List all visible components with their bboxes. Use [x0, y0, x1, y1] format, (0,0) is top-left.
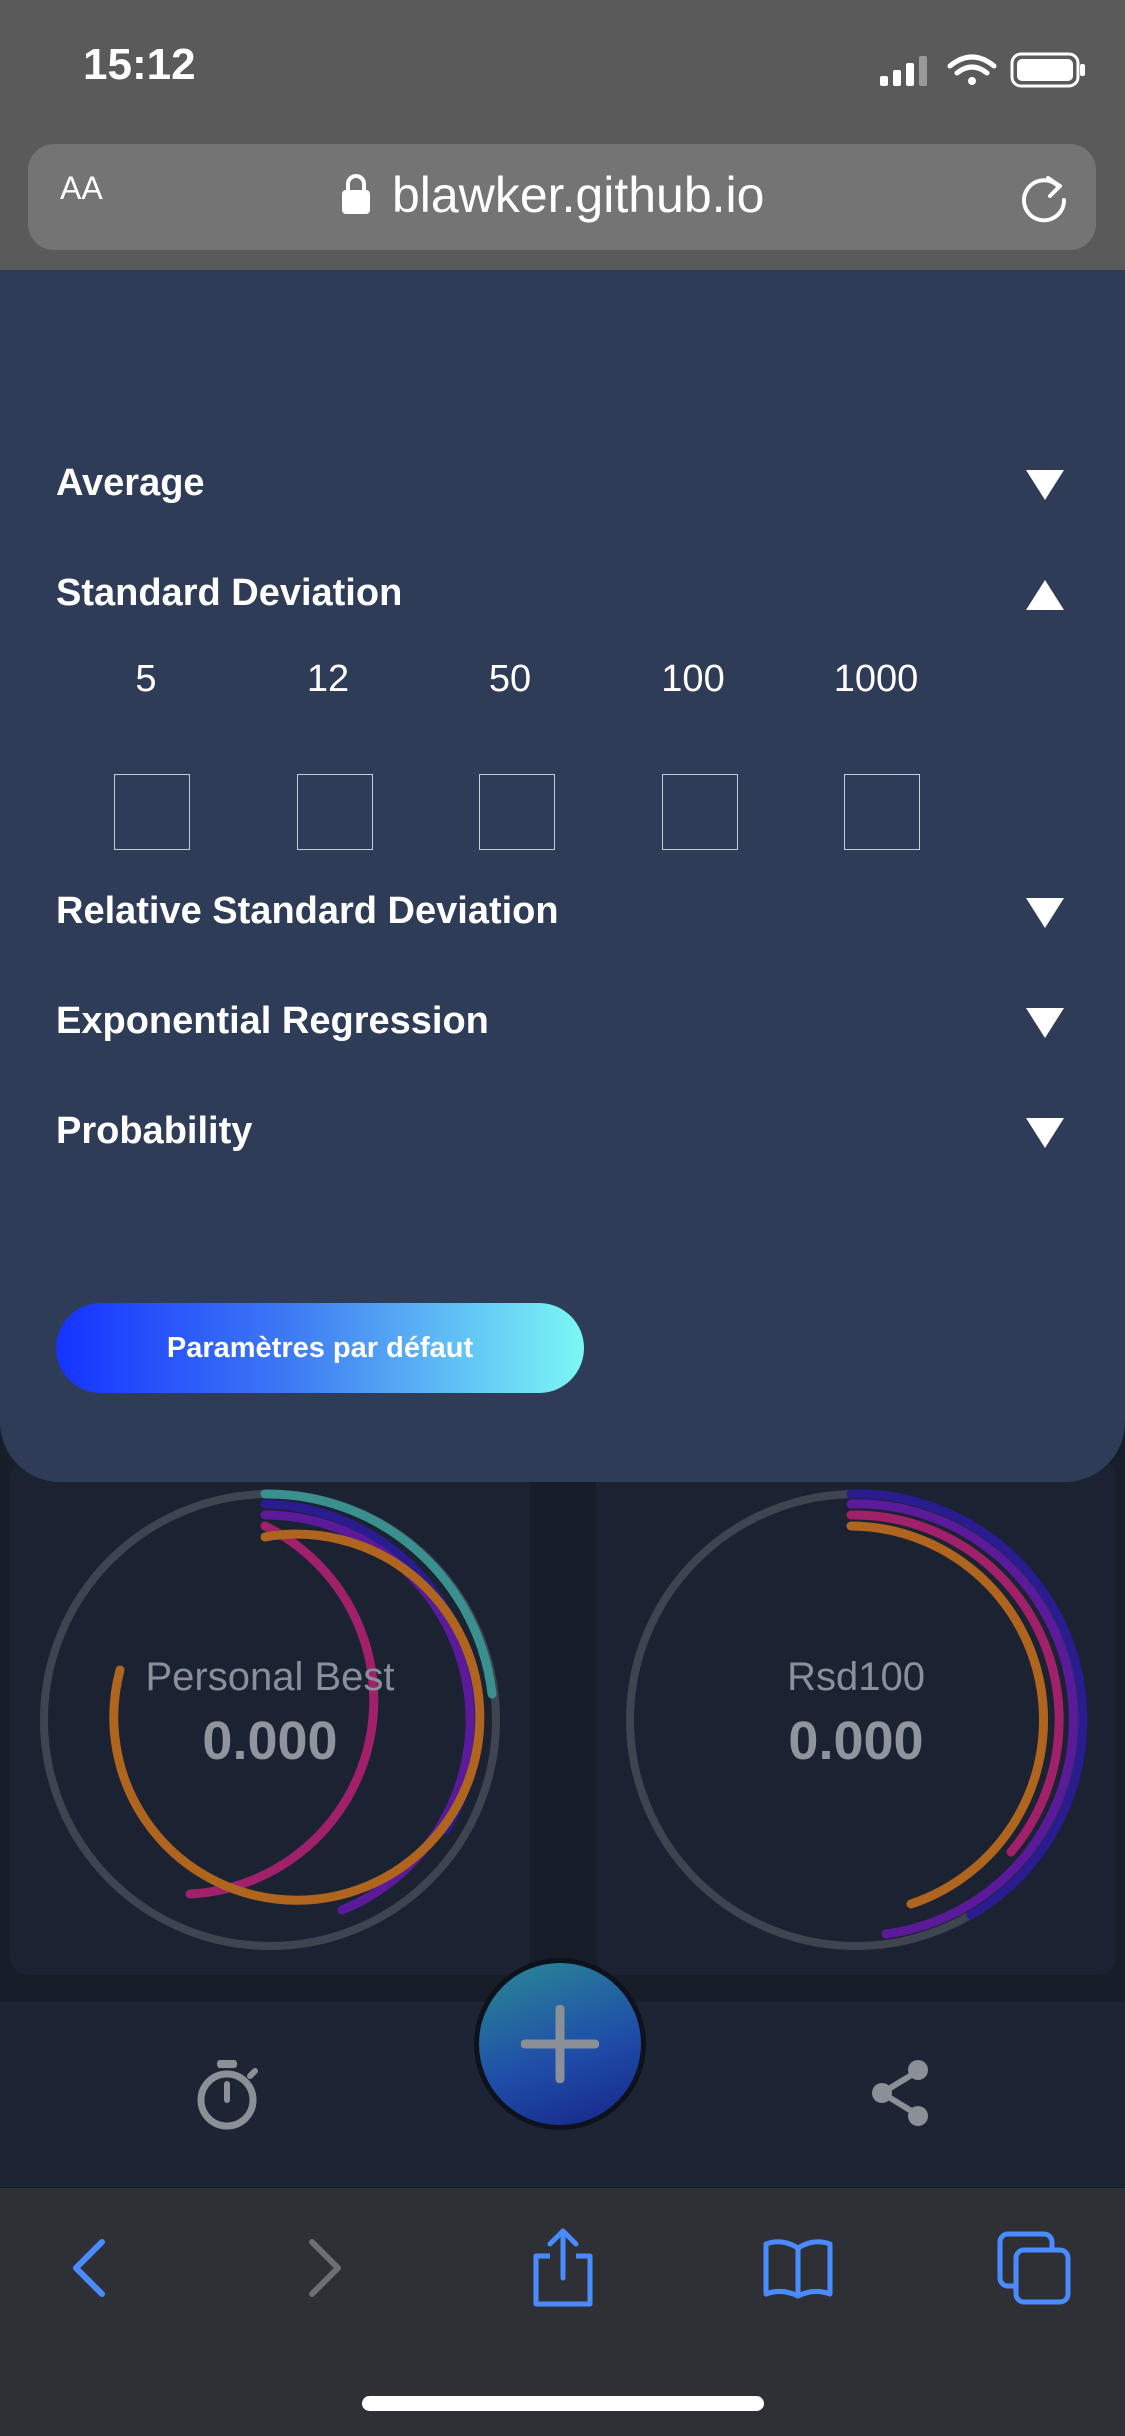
safari-share-icon[interactable]: [528, 2226, 598, 2310]
forward-icon[interactable]: [302, 2236, 348, 2300]
default-settings-button[interactable]: Paramètres par défaut: [56, 1303, 584, 1393]
checkbox-period-50[interactable]: [479, 774, 555, 850]
checkbox-period-100[interactable]: [662, 774, 738, 850]
share-icon[interactable]: [868, 2058, 932, 2128]
gauge-label: Personal Best: [145, 1655, 395, 1699]
signal-icon: [880, 56, 927, 86]
text-size-button[interactable]: AA: [60, 170, 103, 207]
row-label: Standard Deviation: [56, 572, 403, 614]
plus-icon: [521, 2005, 599, 2083]
checkbox-period-12[interactable]: [297, 774, 373, 850]
address-bar[interactable]: AA blawker.github.io: [28, 144, 1096, 250]
gauge-value: 0.000: [788, 1711, 924, 1771]
period-label-12: 12: [306, 658, 350, 700]
checkbox-period-1000[interactable]: [844, 774, 920, 850]
row-label: Relative Standard Deviation: [56, 890, 559, 932]
url-text: blawker.github.io: [392, 167, 765, 223]
reload-icon[interactable]: [1018, 172, 1070, 224]
chevron-down-icon: [1026, 1118, 1064, 1148]
wifi-icon: [947, 54, 997, 85]
row-standard-deviation[interactable]: Standard Deviation: [56, 568, 1066, 624]
row-label: Exponential Regression: [56, 1000, 489, 1042]
period-label-50: 50: [488, 658, 532, 700]
stopwatch-icon[interactable]: [192, 2058, 262, 2132]
bookmarks-icon[interactable]: [762, 2236, 834, 2300]
period-label-1000: 1000: [833, 658, 919, 700]
checkbox-period-5[interactable]: [114, 774, 190, 850]
chevron-down-icon: [1026, 470, 1064, 500]
period-label-5: 5: [135, 658, 157, 700]
home-indicator: [362, 2396, 764, 2411]
period-label-100: 100: [661, 658, 725, 700]
battery-icon: [1010, 52, 1085, 88]
gauge-label: Rsd100: [787, 1655, 925, 1699]
chevron-down-icon: [1026, 898, 1064, 928]
gauge-arc-indigo: [846, 1489, 1088, 1920]
add-button[interactable]: [474, 1958, 646, 2130]
chevron-down-icon: [1026, 1008, 1064, 1038]
back-icon[interactable]: [66, 2236, 112, 2300]
row-exponential-regression[interactable]: Exponential Regression: [56, 996, 1066, 1052]
tabs-icon[interactable]: [996, 2230, 1072, 2306]
row-probability[interactable]: Probability: [56, 1106, 1066, 1162]
row-label: Probability: [56, 1110, 253, 1152]
status-time: 15:12: [83, 40, 196, 89]
chevron-up-icon: [1026, 580, 1064, 610]
row-average[interactable]: Average: [56, 458, 1066, 514]
status-icons: [880, 52, 1085, 88]
settings-panel: [0, 270, 1125, 1482]
lock-icon: [342, 174, 370, 214]
row-relative-standard-deviation[interactable]: Relative Standard Deviation: [56, 886, 1066, 942]
row-label: Average: [56, 462, 205, 504]
gauge-value: 0.000: [202, 1711, 338, 1771]
